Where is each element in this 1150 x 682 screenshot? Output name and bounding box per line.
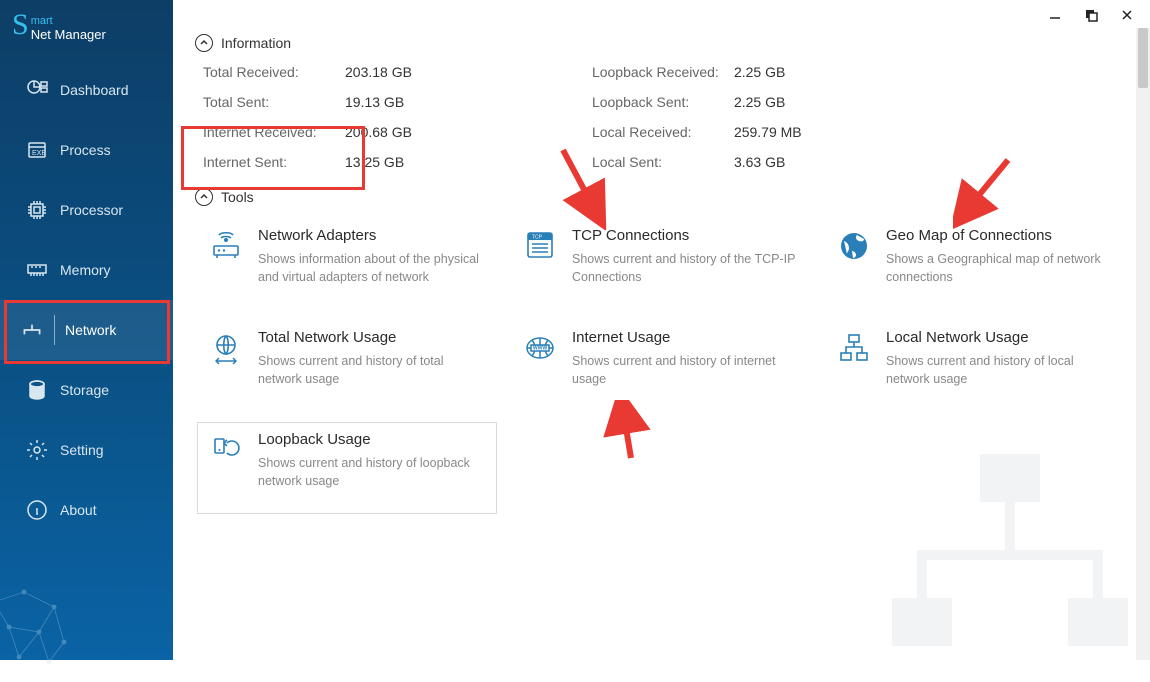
sidebar-item-setting[interactable]: Setting — [0, 420, 173, 480]
www-icon: WWW — [522, 331, 558, 367]
svg-text:EXE: EXE — [32, 150, 46, 157]
section-title: Information — [221, 35, 291, 51]
tool-desc: Shows current and history of total netwo… — [258, 352, 486, 388]
info-key: Local Sent: — [592, 154, 722, 170]
storage-icon — [14, 378, 60, 402]
info-value: 2.25 GB — [734, 64, 802, 80]
logo-netmanager: Net Manager — [31, 28, 106, 42]
tool-title: Internet Usage — [572, 329, 800, 346]
main: Information Total Received: 203.18 GB Tot… — [173, 0, 1150, 660]
gear-icon — [14, 438, 60, 462]
sidebar-item-memory[interactable]: Memory — [0, 240, 173, 300]
info-value: 259.79 MB — [734, 124, 802, 140]
info-key: Internet Sent: — [203, 154, 333, 170]
tool-desc: Shows information about of the physical … — [258, 250, 486, 286]
sidebar-item-label: Dashboard — [60, 82, 129, 98]
sidebar-item-network[interactable]: Network — [0, 300, 173, 360]
lan-icon — [836, 331, 872, 367]
tool-internet-usage[interactable]: WWW Internet Usage Shows current and hist… — [511, 320, 811, 412]
sidebar: S mart Net Manager Dashboard EXE Process… — [0, 0, 173, 660]
info-key: Total Received: — [203, 64, 333, 80]
info-grid: Total Received: 203.18 GB Total Sent: 19.1… — [195, 64, 1128, 170]
tool-desc: Shows current and history of internet us… — [572, 352, 800, 388]
tool-title: TCP Connections — [572, 227, 800, 244]
logo-letter: S — [12, 10, 29, 40]
info-key: Loopback Received: — [592, 64, 722, 80]
section-header-tools[interactable]: Tools — [195, 188, 1128, 206]
app-logo: S mart Net Manager — [0, 0, 173, 60]
tcp-list-icon: TCP — [522, 229, 558, 265]
info-key: Local Received: — [592, 124, 722, 140]
section-title: Tools — [221, 189, 254, 205]
sidebar-item-processor[interactable]: Processor — [0, 180, 173, 240]
memory-icon — [14, 258, 60, 282]
sidebar-item-label: About — [60, 502, 97, 518]
section-header-information[interactable]: Information — [195, 34, 1128, 52]
info-right: Loopback Received: 2.25 GB Loopback Sent:… — [592, 64, 802, 170]
dashboard-icon — [14, 78, 60, 102]
network-icon — [14, 317, 50, 343]
router-icon — [208, 229, 244, 265]
tool-total-usage[interactable]: Total Network Usage Shows current and his… — [197, 320, 497, 412]
tools-grid: Network Adapters Shows information about … — [195, 218, 1128, 514]
tool-loopback-usage[interactable]: Loopback Usage Shows current and history … — [197, 422, 497, 514]
tool-network-adapters[interactable]: Network Adapters Shows information about … — [197, 218, 497, 310]
tool-title: Local Network Usage — [886, 329, 1114, 346]
info-icon — [14, 498, 60, 522]
info-value: 3.63 GB — [734, 154, 802, 170]
tool-geo-map[interactable]: Geo Map of Connections Shows a Geographic… — [825, 218, 1125, 310]
sidebar-item-about[interactable]: About — [0, 480, 173, 540]
chevron-up-icon — [195, 188, 213, 206]
info-value: 13.25 GB — [345, 154, 412, 170]
sidebar-item-label: Process — [60, 142, 111, 158]
tool-local-usage[interactable]: Local Network Usage Shows current and his… — [825, 320, 1125, 412]
sidebar-item-label: Storage — [60, 382, 109, 398]
info-value: 203.18 GB — [345, 64, 412, 80]
tool-title: Loopback Usage — [258, 431, 486, 448]
tool-desc: Shows current and history of loopback ne… — [258, 454, 486, 490]
sidebar-item-process[interactable]: EXE Process — [0, 120, 173, 180]
sidebar-item-label: Processor — [60, 202, 123, 218]
svg-text:TCP: TCP — [532, 235, 543, 241]
tool-title: Network Adapters — [258, 227, 486, 244]
process-icon: EXE — [14, 138, 60, 162]
processor-icon — [14, 198, 60, 222]
svg-text:WWW: WWW — [533, 346, 547, 352]
logo-mart: mart — [31, 14, 106, 28]
sidebar-item-label: Network — [65, 322, 116, 338]
info-key: Total Sent: — [203, 94, 333, 110]
globe-arrows-icon — [208, 331, 244, 367]
sidebar-item-storage[interactable]: Storage — [0, 360, 173, 420]
info-value: 19.13 GB — [345, 94, 412, 110]
info-key: Internet Received: — [203, 124, 333, 140]
tool-desc: Shows current and history of the TCP-IP … — [572, 250, 800, 286]
sidebar-item-dashboard[interactable]: Dashboard — [0, 60, 173, 120]
tool-desc: Shows a Geographical map of network conn… — [886, 250, 1114, 286]
tool-title: Geo Map of Connections — [886, 227, 1114, 244]
content: Information Total Received: 203.18 GB Tot… — [173, 0, 1150, 660]
globe-icon — [836, 229, 872, 265]
tool-desc: Shows current and history of local netwo… — [886, 352, 1114, 388]
loopback-icon — [208, 433, 244, 469]
info-value: 2.25 GB — [734, 94, 802, 110]
tool-tcp-connections[interactable]: TCP TCP Connections Shows current and his… — [511, 218, 811, 310]
chevron-up-icon — [195, 34, 213, 52]
sidebar-item-label: Setting — [60, 442, 104, 458]
info-key: Loopback Sent: — [592, 94, 722, 110]
info-left: Total Received: 203.18 GB Total Sent: 19.1… — [203, 64, 412, 170]
info-value: 200.68 GB — [345, 124, 412, 140]
tool-title: Total Network Usage — [258, 329, 486, 346]
sidebar-item-label: Memory — [60, 262, 111, 278]
nav: Dashboard EXE Process Processor Memory — [0, 60, 173, 660]
